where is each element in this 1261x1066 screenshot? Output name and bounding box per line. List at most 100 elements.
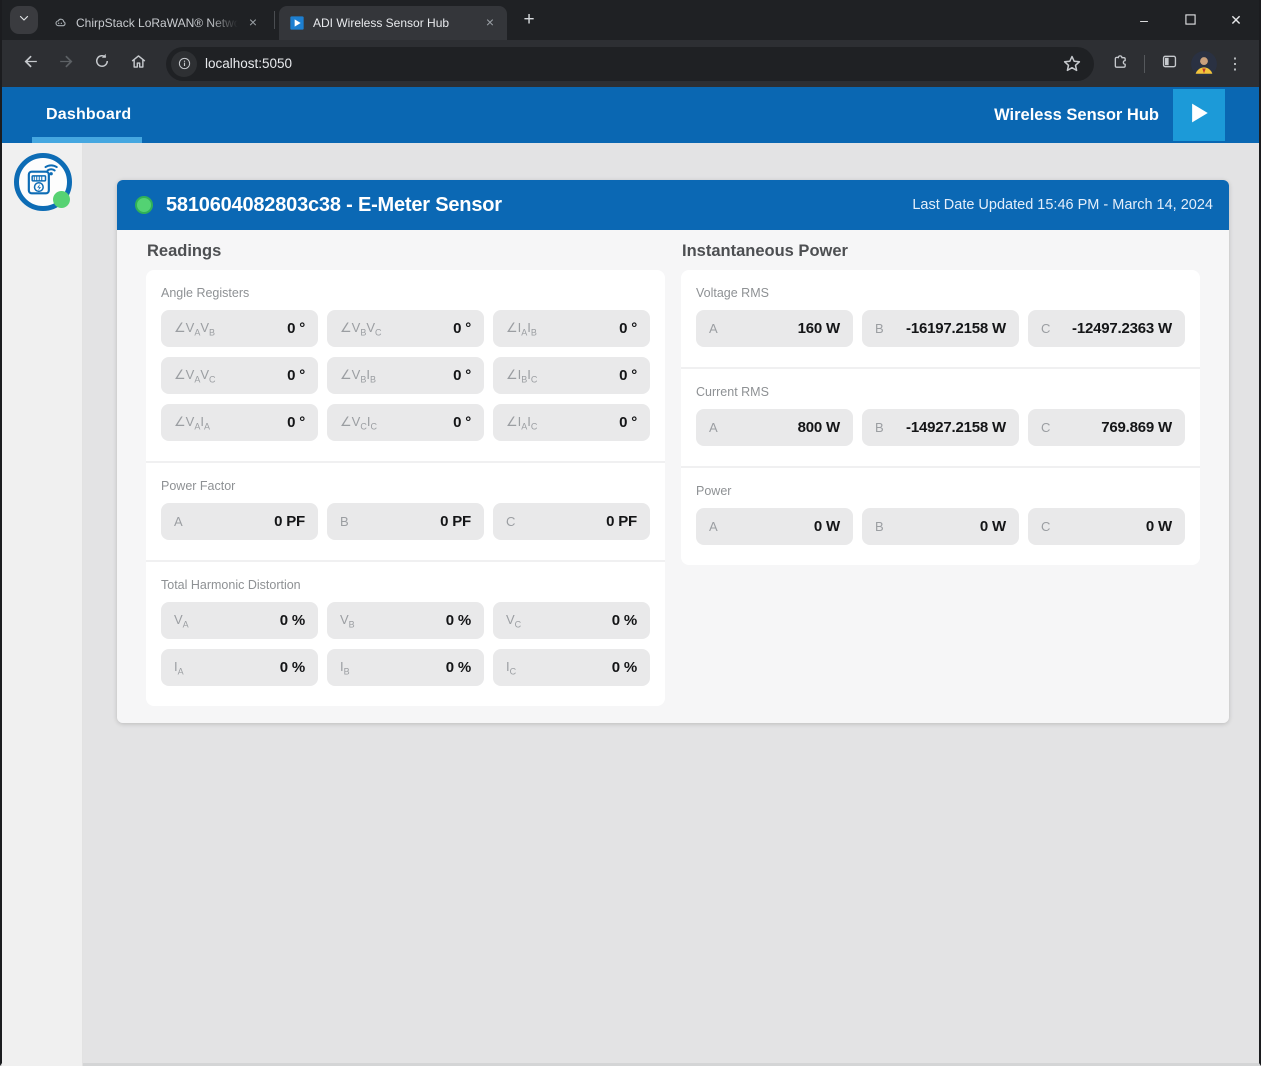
adi-logo[interactable] [1173, 89, 1225, 141]
site-info-button[interactable] [171, 51, 197, 77]
reload-icon [93, 52, 111, 75]
instantaneous-power-panel: Voltage RMSA160 WB-16197.2158 WC-12497.2… [681, 270, 1200, 565]
metric-iaic: ∠IAIC 0 ° [493, 404, 650, 441]
tab-search-button[interactable] [10, 6, 38, 34]
group-label: Power Factor [161, 479, 650, 493]
tab-chirpstack[interactable]: ChirpStack LoRaWAN® Networ × [42, 6, 270, 40]
page-body: 5810604082803c38 - E-Meter Sensor Last D… [2, 143, 1259, 1066]
metric-c: C 0 PF [493, 503, 650, 540]
metric-value: 0 ° [453, 414, 471, 431]
metric-vcic: ∠VCIC 0 ° [327, 404, 484, 441]
home-icon [129, 52, 148, 76]
metric-label: ∠VAIA [174, 414, 210, 432]
forward-button[interactable] [50, 48, 82, 80]
forward-arrow-icon [57, 52, 76, 76]
side-panel-button[interactable] [1153, 48, 1185, 80]
group-label: Total Harmonic Distortion [161, 578, 650, 592]
section-angle-registers: Angle Registers∠VAVB0 °∠VBVC0 °∠IAIB0 °∠… [146, 270, 665, 461]
group-label: Voltage RMS [696, 286, 1185, 300]
close-icon[interactable]: × [244, 14, 262, 32]
metric-label: A [709, 519, 718, 534]
metric-label: IC [506, 659, 516, 677]
metric-label: ∠VCIC [340, 414, 377, 432]
device-sidebar [2, 143, 83, 1066]
metric-value: -14927.2158 W [906, 419, 1006, 436]
metric-value: 0 % [446, 612, 471, 629]
chevron-down-icon [18, 11, 30, 29]
metric-label: C [1041, 519, 1050, 534]
home-button[interactable] [122, 48, 154, 80]
window-close-button[interactable]: ✕ [1213, 0, 1259, 40]
metric-value: 0 ° [453, 320, 471, 337]
metric-value: 0 ° [287, 367, 305, 384]
bookmark-star-icon[interactable] [1060, 52, 1084, 76]
metric-label: A [174, 514, 183, 529]
nav-item-dashboard[interactable]: Dashboard [46, 106, 131, 124]
metric-ibic: ∠IBIC 0 ° [493, 357, 650, 394]
readings-panel: Angle Registers∠VAVB0 °∠VBVC0 °∠IAIB0 °∠… [146, 270, 665, 706]
browser-menu-button[interactable]: ⋮ [1221, 54, 1249, 74]
device-card-header[interactable]: 5810604082803c38 - E-Meter Sensor Last D… [117, 180, 1229, 230]
window-maximize-button[interactable] [1167, 0, 1213, 40]
metric-value: 0 W [814, 518, 840, 535]
metric-label: IB [340, 659, 350, 677]
close-icon[interactable]: × [481, 14, 499, 32]
status-dot-green [135, 196, 153, 214]
metric-va: VA0 % [161, 602, 318, 639]
metric-value: 0 PF [440, 513, 471, 530]
active-nav-indicator [32, 137, 142, 143]
metric-label: A [709, 420, 718, 435]
extensions-button[interactable] [1104, 48, 1136, 80]
metric-vbvc: ∠VBVC 0 ° [327, 310, 484, 347]
metric-label: VA [174, 612, 189, 630]
metric-value: 0 ° [287, 414, 305, 431]
url-text[interactable]: localhost:5050 [205, 56, 1060, 71]
address-bar[interactable]: localhost:5050 [166, 47, 1094, 81]
metric-ib: IB0 % [327, 649, 484, 686]
metric-label: ∠VBVC [340, 320, 382, 338]
device-title: 5810604082803c38 - E-Meter Sensor [166, 194, 502, 217]
metric-label: A [709, 321, 718, 336]
metric-label: C [506, 514, 515, 529]
metric-label: ∠IAIC [506, 414, 537, 432]
back-arrow-icon [21, 52, 40, 76]
tab-title: ADI Wireless Sensor Hub [313, 16, 475, 30]
metric-a: A 800 W [696, 409, 853, 446]
chirpstack-cloud-icon [52, 15, 68, 31]
metric-value: 800 W [798, 419, 840, 436]
browser-tabstrip: ChirpStack LoRaWAN® Networ × ADI Wireles… [2, 0, 1259, 40]
new-tab-button[interactable]: + [515, 6, 543, 34]
tab-title: ChirpStack LoRaWAN® Networ [76, 16, 238, 30]
main-content: 5810604082803c38 - E-Meter Sensor Last D… [83, 143, 1259, 1066]
metric-value: 0 W [980, 518, 1006, 535]
metric-label: VC [506, 612, 521, 630]
tab-adi-hub[interactable]: ADI Wireless Sensor Hub × [279, 6, 507, 40]
metric-label: ∠VAVB [174, 320, 215, 338]
metric-label: ∠IBIC [506, 367, 537, 385]
side-panel-icon [1160, 52, 1179, 76]
metric-iaib: ∠IAIB0 ° [493, 310, 650, 347]
group-label: Current RMS [696, 385, 1185, 399]
reload-button[interactable] [86, 48, 118, 80]
profile-avatar[interactable] [1191, 51, 1217, 77]
metric-value: 0 ° [619, 320, 637, 337]
window-minimize-button[interactable]: – [1121, 0, 1167, 40]
back-button[interactable] [14, 48, 46, 80]
metric-value: 0 ° [287, 320, 305, 337]
section-power: PowerA0 WB0 WC0 W [681, 466, 1200, 565]
metric-value: 0 ° [619, 367, 637, 384]
metric-label: ∠VBIB [340, 367, 376, 385]
metric-vavc: ∠VAVC0 ° [161, 357, 318, 394]
metric-a: A 0 W [696, 508, 853, 545]
tab-divider [274, 11, 275, 29]
section-power-factor: Power FactorA0 PFB0 PFC0 PF [146, 461, 665, 560]
metric-value: 0 PF [606, 513, 637, 530]
metric-value: 0 ° [619, 414, 637, 431]
last-updated-text: Last Date Updated 15:46 PM - March 14, 2… [912, 197, 1213, 213]
sidebar-device-button[interactable] [14, 153, 72, 211]
metric-label: B [340, 514, 349, 529]
instantaneous-power-column: Instantaneous Power Voltage RMSA160 WB-1… [681, 230, 1200, 706]
metric-value: 0 % [280, 659, 305, 676]
metric-vavb: ∠VAVB 0 ° [161, 310, 318, 347]
metric-b: B-14927.2158 W [862, 409, 1019, 446]
